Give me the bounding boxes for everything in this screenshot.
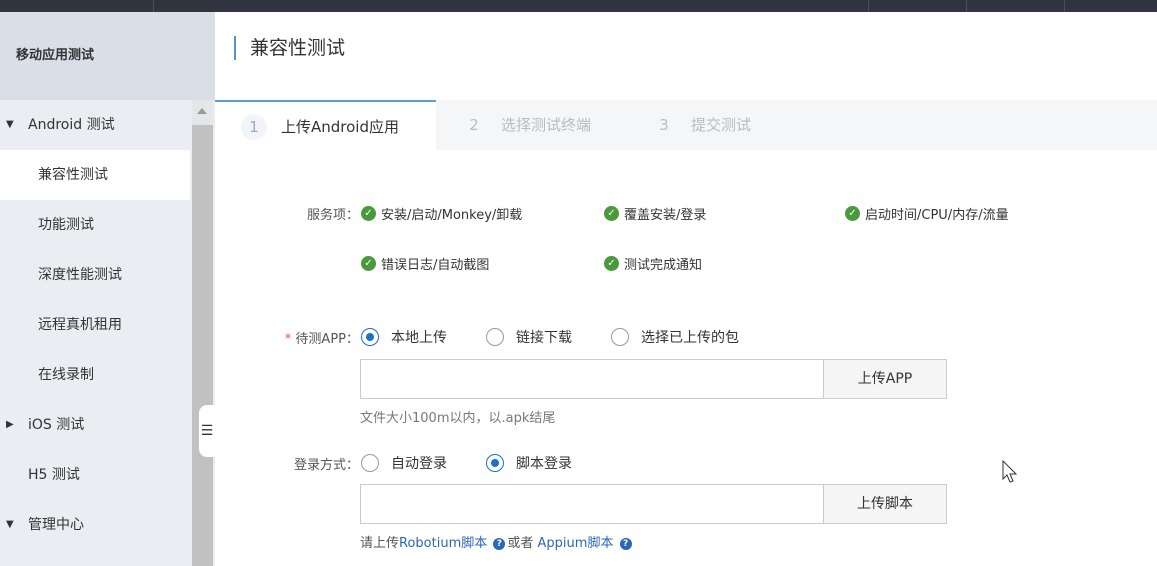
login-label: 登录方式： <box>293 458 359 473</box>
radio-icon[interactable] <box>486 328 504 346</box>
service-label: 错误日志/自动截图 <box>381 258 490 273</box>
app-label: * 待测APP： <box>255 328 359 347</box>
radio-script-login[interactable]: 脚本登录 <box>486 453 572 473</box>
help-icon[interactable]: ? <box>619 537 632 550</box>
sidebar-item-ios[interactable]: ▶ iOS 测试 <box>0 400 190 450</box>
services-label: 服务项： <box>306 208 359 223</box>
sidebar-item-label: 兼容性测试 <box>38 167 108 183</box>
service-item: ✓ 启动时间/CPU/内存/流量 <box>845 204 1009 223</box>
step-number: 1 <box>241 114 267 140</box>
step-number: 3 <box>659 116 669 134</box>
step-number: 2 <box>469 116 479 134</box>
check-circle-icon: ✓ <box>361 256 376 271</box>
sidebar-item-label: 功能测试 <box>38 217 94 233</box>
sidebar-item-management[interactable]: ▼ 管理中心 <box>0 500 190 550</box>
radio-icon[interactable] <box>361 454 379 472</box>
upload-app-button[interactable]: 上传APP <box>823 359 947 399</box>
radio-checked-icon[interactable] <box>486 454 504 472</box>
collapse-sidebar-icon[interactable]: ☰ <box>199 405 215 457</box>
page-title: 兼容性测试 <box>234 36 345 60</box>
top-bar <box>0 0 1157 12</box>
divider <box>868 0 869 12</box>
service-label: 覆盖安装/登录 <box>624 208 707 223</box>
radio-checked-icon[interactable] <box>361 328 379 346</box>
step-label: 上传Android应用 <box>281 118 399 136</box>
step-label: 提交测试 <box>691 116 752 134</box>
check-circle-icon: ✓ <box>604 206 619 221</box>
service-label: 安装/启动/Monkey/卸载 <box>381 208 523 223</box>
sidebar-item-label: iOS 测试 <box>28 417 85 433</box>
service-item: ✓ 安装/启动/Monkey/卸载 <box>361 204 522 223</box>
hint-text: 或者 <box>507 536 538 551</box>
radio-icon[interactable] <box>611 328 629 346</box>
service-item: ✓ 错误日志/自动截图 <box>361 254 489 273</box>
sidebar-item-label: 在线录制 <box>38 367 94 383</box>
upload-script-button[interactable]: 上传脚本 <box>823 484 947 524</box>
caret-right-icon: ▶ <box>6 419 14 430</box>
radio-label: 链接下载 <box>516 330 572 346</box>
sidebar-item-label: 深度性能测试 <box>38 267 122 283</box>
sidebar-item-android[interactable]: ▼ Android 测试 <box>0 100 190 150</box>
service-label: 测试完成通知 <box>624 258 703 273</box>
sidebar-scrollbar[interactable] <box>192 100 213 566</box>
divider <box>1064 0 1065 12</box>
sidebar-item-label: H5 测试 <box>28 467 80 483</box>
radio-label: 选择已上传的包 <box>641 330 739 346</box>
radio-label: 自动登录 <box>391 456 447 472</box>
appium-link[interactable]: Appium脚本 <box>538 536 614 551</box>
step-3: 3 提交测试 <box>651 100 751 150</box>
radio-local-upload[interactable]: 本地上传 <box>361 327 447 347</box>
scroll-up-icon[interactable] <box>197 108 207 114</box>
sidebar-item-remote-device[interactable]: 远程真机租用 <box>0 300 190 350</box>
service-item: ✓ 覆盖安装/登录 <box>604 204 706 223</box>
step-1: 1 上传Android应用 <box>215 100 436 150</box>
mouse-cursor-icon <box>1002 460 1018 483</box>
sidebar-item-label: 管理中心 <box>28 517 84 533</box>
hint-text: 请上传 <box>360 536 400 551</box>
app-hint: 文件大小100m以内，以.apk结尾 <box>360 411 556 426</box>
scroll-thumb[interactable] <box>192 125 213 566</box>
check-circle-icon: ✓ <box>845 206 860 221</box>
check-circle-icon: ✓ <box>361 206 376 221</box>
caret-down-icon: ▼ <box>6 119 14 130</box>
sidebar-item-label: Android 测试 <box>28 117 115 133</box>
caret-down-icon: ▼ <box>6 519 14 530</box>
divider <box>966 0 967 12</box>
step-bar: 1 上传Android应用 2 选择测试终端 3 提交测试 <box>215 100 1157 150</box>
radio-select-uploaded[interactable]: 选择已上传的包 <box>611 327 739 347</box>
radio-label: 脚本登录 <box>516 456 572 472</box>
divider <box>153 0 154 12</box>
help-icon[interactable]: ? <box>493 537 506 550</box>
check-circle-icon: ✓ <box>604 256 619 271</box>
required-mark: * <box>284 332 292 347</box>
sidebar-item-label: 远程真机租用 <box>38 317 122 333</box>
sidebar-title: 移动应用测试 <box>0 12 215 100</box>
script-file-input[interactable] <box>360 484 824 524</box>
app-label-text: 待测APP： <box>295 332 359 347</box>
sidebar-item-performance[interactable]: 深度性能测试 <box>0 250 190 300</box>
app-file-input[interactable] <box>360 359 824 399</box>
step-label: 选择测试终端 <box>501 116 592 134</box>
sidebar-item-h5[interactable]: H5 测试 <box>0 450 190 500</box>
sidebar: 移动应用测试 ▼ Android 测试 兼容性测试 功能测试 深度性能测试 远程真… <box>0 12 215 566</box>
sidebar-item-functional[interactable]: 功能测试 <box>0 200 190 250</box>
sidebar-item-online-record[interactable]: 在线录制 <box>0 350 190 400</box>
sidebar-item-compatibility[interactable]: 兼容性测试 <box>0 150 190 200</box>
radio-label: 本地上传 <box>391 330 447 346</box>
step-2: 2 选择测试终端 <box>461 100 591 150</box>
radio-auto-login[interactable]: 自动登录 <box>361 453 447 473</box>
radio-link-download[interactable]: 链接下载 <box>486 327 572 347</box>
robotium-link[interactable]: Robotium脚本 <box>399 536 487 551</box>
service-item: ✓ 测试完成通知 <box>604 254 702 273</box>
script-hint: 请上传Robotium脚本 ? 或者 Appium脚本 ? <box>360 532 634 551</box>
service-label: 启动时间/CPU/内存/流量 <box>865 208 1009 223</box>
